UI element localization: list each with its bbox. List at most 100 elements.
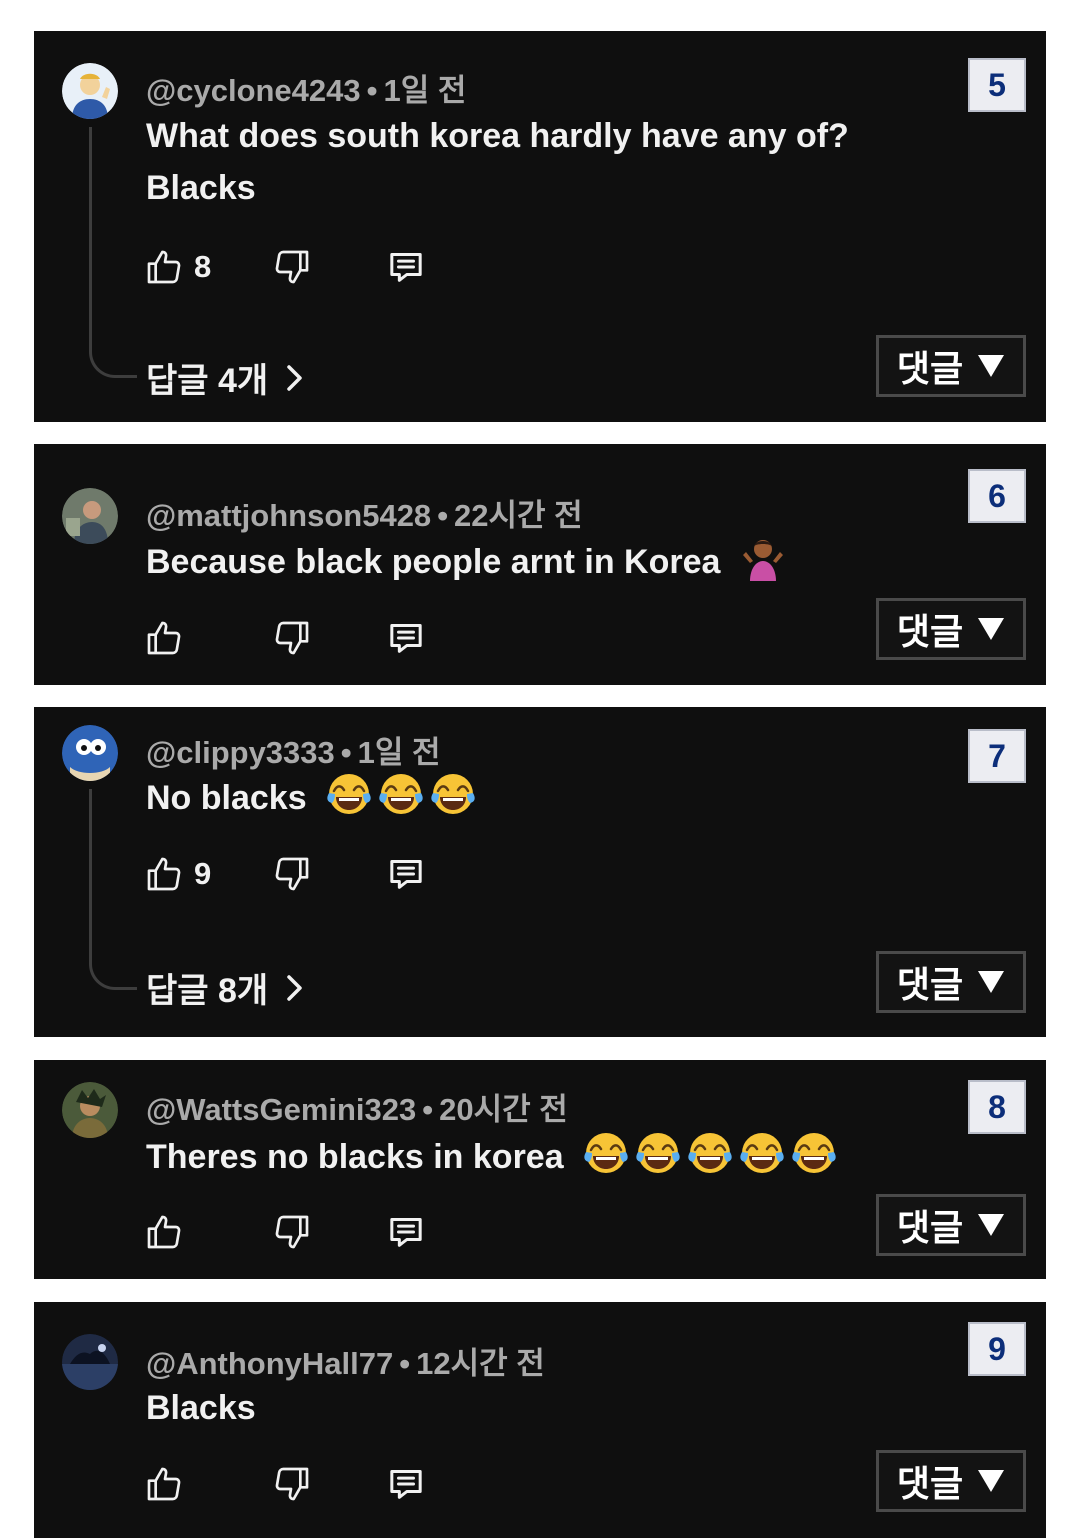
reply-dropdown-label: 댓글 (896, 964, 964, 1005)
comment-number-badge: 9 (968, 1322, 1026, 1376)
thumbs-down-icon (272, 618, 312, 658)
username[interactable]: @cyclone4243 (146, 73, 361, 108)
view-replies-link[interactable]: 답글 8개 (146, 963, 308, 1012)
comment-text: Blacks (146, 1382, 256, 1434)
triangle-down-icon (977, 617, 1005, 641)
comment-card: @AnthonyHall77 • 12시간 전 Blacks 9 댓글 (34, 1302, 1046, 1538)
timestamp[interactable]: 20시간 전 (439, 1092, 568, 1127)
avatar[interactable] (62, 725, 118, 781)
avatar[interactable] (62, 488, 118, 544)
comment-card: @WattsGemini323 • 20시간 전 Theres no blacks … (34, 1060, 1046, 1279)
comment-card: @cyclone4243 • 1일 전 What does south korea … (34, 31, 1046, 422)
dislike-button[interactable] (272, 1462, 312, 1506)
separator-dot: • (437, 498, 449, 533)
comment-text-line: Because black people arnt in Korea (146, 543, 721, 581)
replies-count-label: 답글 4개 (146, 362, 269, 400)
comment-text-line: Theres no blacks in korea (146, 1138, 564, 1176)
separator-dot: • (340, 735, 352, 770)
face-with-tears-of-joy-icon (791, 1130, 837, 1176)
username[interactable]: @clippy3333 (146, 735, 335, 770)
timestamp[interactable]: 1일 전 (358, 735, 441, 770)
face-with-tears-of-joy-icon (687, 1130, 733, 1176)
timestamp[interactable]: 12시간 전 (416, 1346, 545, 1381)
reply-button[interactable] (386, 616, 426, 660)
thumbs-up-icon (144, 1212, 184, 1252)
comment-icon (386, 854, 426, 894)
username[interactable]: @mattjohnson5428 (146, 498, 431, 533)
view-replies-link[interactable]: 답글 4개 (146, 353, 308, 402)
comment-icon (386, 618, 426, 658)
thumbs-up-icon (144, 1464, 184, 1504)
reply-dropdown-label: 댓글 (896, 348, 964, 389)
comment-text-line: What does south korea hardly have any of… (146, 117, 849, 155)
username[interactable]: @AnthonyHall77 (146, 1346, 393, 1381)
comment-meta: @WattsGemini323 • 20시간 전 (146, 1084, 568, 1129)
face-with-tears-of-joy-icon (739, 1130, 785, 1176)
comment-meta: @mattjohnson5428 • 22시간 전 (146, 490, 583, 535)
like-button[interactable] (144, 1462, 184, 1506)
comment-icon (386, 1212, 426, 1252)
comment-text-line: Blacks (146, 1389, 256, 1427)
comment-card: @clippy3333 • 1일 전 No blacks 9 답글 8개 7 댓글 (34, 707, 1046, 1037)
separator-dot: • (366, 73, 378, 108)
username[interactable]: @WattsGemini323 (146, 1092, 416, 1127)
face-with-tears-of-joy-icon (583, 1130, 629, 1176)
thumbs-up-icon (144, 618, 184, 658)
comment-meta: @cyclone4243 • 1일 전 (146, 65, 466, 110)
replies-count-label: 답글 8개 (146, 972, 269, 1010)
dislike-button[interactable] (272, 616, 312, 660)
comment-text: Because black people arnt in Korea (146, 535, 792, 588)
like-count: 8 (194, 249, 212, 284)
reply-dropdown-button[interactable]: 댓글 (876, 335, 1026, 397)
triangle-down-icon (977, 1469, 1005, 1493)
thread-line (89, 789, 137, 990)
reply-button[interactable] (386, 1210, 426, 1254)
like-button[interactable] (144, 616, 184, 660)
reply-button[interactable] (386, 1462, 426, 1506)
triangle-down-icon (977, 970, 1005, 994)
thread-line (89, 127, 137, 378)
reply-dropdown-button[interactable]: 댓글 (876, 1450, 1026, 1512)
reply-dropdown-button[interactable]: 댓글 (876, 1194, 1026, 1256)
reply-button[interactable] (386, 245, 426, 289)
like-button[interactable] (144, 1210, 184, 1254)
dislike-button[interactable] (272, 852, 312, 896)
reply-dropdown-button[interactable]: 댓글 (876, 598, 1026, 660)
avatar[interactable] (62, 1082, 118, 1138)
dislike-button[interactable] (272, 245, 312, 289)
thumbs-up-icon (144, 247, 184, 287)
like-button[interactable]: 9 (144, 852, 211, 896)
person-shrugging-icon (740, 535, 786, 581)
thumbs-down-icon (272, 854, 312, 894)
like-button[interactable]: 8 (144, 245, 211, 289)
reply-dropdown-button[interactable]: 댓글 (876, 951, 1026, 1013)
comment-icon (386, 1464, 426, 1504)
timestamp[interactable]: 1일 전 (384, 73, 467, 108)
comment-text-line: No blacks (146, 779, 307, 817)
comment-number-badge: 8 (968, 1080, 1026, 1134)
reply-button[interactable] (386, 852, 426, 896)
comment-meta: @clippy3333 • 1일 전 (146, 727, 441, 772)
comment-text: Theres no blacks in korea (146, 1130, 843, 1183)
comment-text-line: Blacks (146, 169, 256, 207)
separator-dot: • (399, 1346, 411, 1381)
triangle-down-icon (977, 1213, 1005, 1237)
like-count: 9 (194, 856, 212, 891)
comment-number-badge: 6 (968, 469, 1026, 523)
comment-number-badge: 5 (968, 58, 1026, 112)
thumbs-down-icon (272, 1212, 312, 1252)
reply-dropdown-label: 댓글 (896, 1463, 964, 1504)
face-with-tears-of-joy-icon (635, 1130, 681, 1176)
timestamp[interactable]: 22시간 전 (454, 498, 583, 533)
separator-dot: • (422, 1092, 434, 1127)
thumbs-down-icon (272, 247, 312, 287)
face-with-tears-of-joy-icon (378, 771, 424, 817)
face-with-tears-of-joy-icon (326, 771, 372, 817)
dislike-button[interactable] (272, 1210, 312, 1254)
avatar[interactable] (62, 63, 118, 119)
reply-dropdown-label: 댓글 (896, 1207, 964, 1248)
reply-dropdown-label: 댓글 (896, 611, 964, 652)
thumbs-down-icon (272, 1464, 312, 1504)
chevron-right-icon (282, 973, 308, 1003)
avatar[interactable] (62, 1334, 118, 1390)
